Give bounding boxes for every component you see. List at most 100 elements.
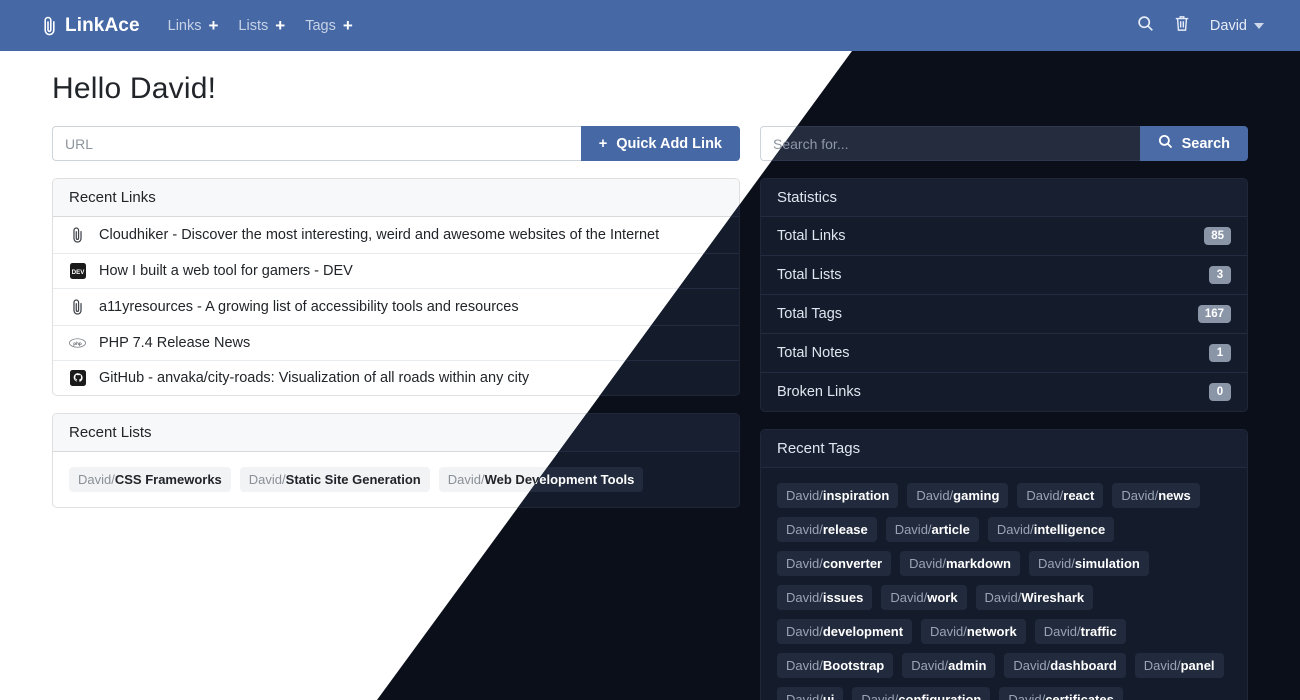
tag-chip[interactable]: David/release <box>777 517 877 542</box>
nav-label-tags: Tags <box>305 18 336 34</box>
search-label: Search <box>1182 136 1230 152</box>
brand-name: LinkAce <box>65 15 140 37</box>
list-item-label: Cloudhiker - Discover the most interesti… <box>99 227 659 243</box>
nav-item-tags[interactable]: Tags + <box>305 17 353 34</box>
url-input[interactable] <box>52 126 581 161</box>
tag-chip[interactable]: David/article <box>886 517 979 542</box>
tag-chip[interactable]: David/admin <box>902 653 995 678</box>
table-row: Total Lists 3 <box>761 256 1247 295</box>
search-icon[interactable] <box>1137 15 1154 37</box>
tag-chip-name: traffic <box>1081 624 1117 639</box>
stat-label: Total Links <box>777 228 846 244</box>
tag-chip-prefix: David/ <box>916 488 953 503</box>
tag-chip-prefix: David/ <box>786 522 823 537</box>
status-badge: 0 <box>1209 383 1231 401</box>
status-badge: 85 <box>1204 227 1231 245</box>
tag-chip-name: issues <box>823 590 863 605</box>
table-row: Total Tags167 <box>761 295 1247 334</box>
tag-chip[interactable]: David/intelligence <box>988 517 1114 542</box>
tag-chip[interactable]: David/work <box>881 585 966 610</box>
recent-links-title: Recent Links <box>53 179 739 217</box>
tag-chip-prefix: David/ <box>911 658 948 673</box>
navbar-left-group: LinkAce Links + Lists + Tags + <box>0 15 373 37</box>
plus-icon[interactable]: + <box>208 17 218 34</box>
status-badge: 3 <box>1209 266 1231 284</box>
tag-chip[interactable]: David/react <box>1017 483 1103 508</box>
tag-chip[interactable]: David/certificates <box>999 687 1123 700</box>
search-form: Search <box>760 126 1248 161</box>
quick-add-link-button[interactable]: + Quick Add Link <box>581 126 740 161</box>
tag-chip[interactable]: David/Bootstrap <box>777 653 893 678</box>
paperclip-icon <box>69 298 86 316</box>
stat-label: Broken Links <box>777 384 861 400</box>
tag-chip-name: Bootstrap <box>823 658 884 673</box>
tag-chip[interactable]: David/ui <box>777 687 843 700</box>
brand-logo[interactable]: LinkAce <box>42 15 140 37</box>
plus-icon[interactable]: + <box>275 17 285 34</box>
nav-item-links[interactable]: Links + <box>168 17 219 34</box>
tag-chip[interactable]: David/network <box>921 619 1026 644</box>
tag-chip-prefix: David/ <box>786 658 823 673</box>
tag-chip[interactable]: David/news <box>1112 483 1199 508</box>
statistics-list: Total Links 85 Total Lists 3 Total Tags167… <box>761 217 1247 411</box>
tag-chip-name: Wireshark <box>1021 590 1084 605</box>
statistics-card: Statistics Total Links85 Total Lists3 To… <box>760 178 1248 412</box>
plus-icon[interactable]: + <box>343 17 353 34</box>
tag-chip-prefix: David/ <box>786 590 823 605</box>
recent-tags-title: Recent Tags <box>761 430 1247 468</box>
nav-item-lists[interactable]: Lists + <box>238 17 285 34</box>
recent-tags-card: Recent Tags David/inspiration David/gamin… <box>760 429 1248 700</box>
tag-chip[interactable]: David/traffic <box>1035 619 1126 644</box>
tag-chip[interactable]: David/issues <box>777 585 872 610</box>
search-button[interactable]: Search <box>1140 126 1248 161</box>
table-row: Broken Links 0 <box>761 373 1247 411</box>
tag-chip-prefix: David/ <box>930 624 967 639</box>
table-row: Total Notes1 <box>761 334 1247 373</box>
tag-chip-name: certificates <box>1045 692 1114 700</box>
github-icon <box>69 370 86 386</box>
trash-icon[interactable] <box>1174 14 1190 37</box>
tag-chip[interactable]: David/simulation <box>1029 551 1149 576</box>
tag-chip-prefix: David/ <box>1121 488 1158 503</box>
plus-icon: + <box>599 136 607 152</box>
tag-chip[interactable]: David/Wireshark <box>976 585 1094 610</box>
tag-chip-prefix: David/ <box>786 488 823 503</box>
tag-chip-name: inspiration <box>823 488 889 503</box>
search-input[interactable] <box>760 126 1140 161</box>
tag-chip[interactable]: David/converter <box>777 551 891 576</box>
list-item[interactable]: DEV How I built a web tool for gamers - … <box>53 254 739 289</box>
nav-label-lists: Lists <box>238 18 268 34</box>
quick-add-label: Quick Add Link <box>616 136 722 152</box>
tag-chip-name: converter <box>823 556 882 571</box>
navbar-menu: Links + Lists + Tags + <box>168 17 373 34</box>
tag-chip[interactable]: David/configuration <box>852 687 990 700</box>
chevron-down-icon <box>1254 23 1264 29</box>
list-item-label: How I built a web tool for gamers - DEV <box>99 263 353 279</box>
list-chip[interactable]: David/CSS Frameworks <box>69 467 231 492</box>
status-badge: 1 <box>1209 344 1231 362</box>
stat-label: Total Tags <box>777 306 842 322</box>
tag-chip-name: news <box>1158 488 1191 503</box>
paperclip-icon <box>42 15 57 37</box>
tag-chip-prefix: David/ <box>1044 624 1081 639</box>
list-item[interactable]: Cloudhiker - Discover the most interesti… <box>53 217 739 254</box>
tag-chip[interactable]: David/panel <box>1135 653 1224 678</box>
user-menu[interactable]: David <box>1210 18 1264 34</box>
tag-chip[interactable]: David/gaming <box>907 483 1008 508</box>
tag-chip-name: react <box>1063 488 1094 503</box>
svg-text:DEV: DEV <box>71 269 85 276</box>
tag-chip-prefix: David/ <box>997 522 1034 537</box>
list-item[interactable]: a11yresources - A growing list of access… <box>53 289 739 326</box>
list-chip[interactable]: David/Static Site Generation <box>240 467 430 492</box>
tag-chip-name: configuration <box>898 692 981 700</box>
navbar-right-group: David <box>1137 14 1300 37</box>
list-chip-prefix: David/ <box>249 472 286 487</box>
tag-chip[interactable]: David/development <box>777 619 912 644</box>
tag-chip[interactable]: David/inspiration <box>777 483 898 508</box>
tag-chip-prefix: David/ <box>786 692 823 700</box>
tag-chip-prefix: David/ <box>1013 658 1050 673</box>
tag-chip[interactable]: David/markdown <box>900 551 1020 576</box>
search-icon <box>1158 134 1173 153</box>
tag-chip[interactable]: David/dashboard <box>1004 653 1125 678</box>
stat-label: Total Lists <box>777 267 841 283</box>
